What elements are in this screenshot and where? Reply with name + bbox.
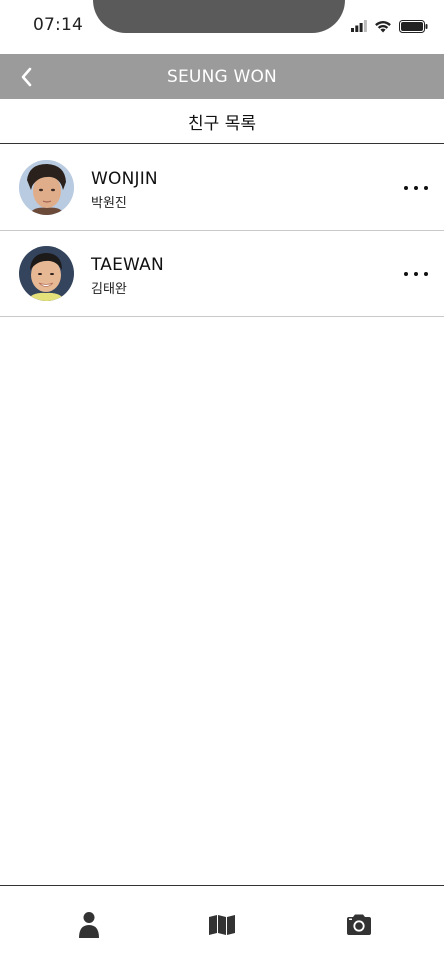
app-screen: 07:14 SEUNG WON 친구 목록 WONJIN 박원진 TAEWAN … [0, 0, 444, 960]
friend-row-wonjin[interactable]: WONJIN 박원진 [0, 145, 444, 231]
section-title: 친구 목록 [0, 99, 444, 144]
nav-camera-button[interactable] [344, 910, 374, 940]
signal-icon [351, 20, 367, 32]
more-options-button[interactable] [404, 264, 428, 284]
battery-icon [399, 19, 428, 33]
avatar[interactable] [19, 160, 74, 215]
more-dots-icon [424, 186, 428, 190]
more-options-button[interactable] [404, 178, 428, 198]
more-dots-icon [414, 272, 418, 276]
more-dots-icon [404, 186, 408, 190]
notch [93, 0, 345, 33]
more-dots-icon [414, 186, 418, 190]
bottom-nav [0, 885, 444, 960]
friend-subname: 김태완 [91, 282, 127, 297]
nav-profile-button[interactable] [74, 910, 104, 940]
friend-list: WONJIN 박원진 TAEWAN 김태완 [0, 145, 444, 317]
friend-name: WONJIN [91, 169, 158, 189]
nav-map-button[interactable] [207, 910, 237, 940]
friend-row-taewan[interactable]: TAEWAN 김태완 [0, 231, 444, 317]
person-icon [79, 912, 99, 938]
more-dots-icon [404, 272, 408, 276]
wifi-icon [375, 20, 391, 32]
status-icons [351, 17, 428, 35]
status-bar: 07:14 [0, 0, 444, 54]
page-title: SEUNG WON [167, 66, 277, 87]
avatar[interactable] [19, 246, 74, 301]
friend-subname: 박원진 [91, 196, 127, 211]
chevron-left-icon [21, 67, 32, 87]
status-time: 07:14 [33, 15, 83, 35]
friend-name: TAEWAN [91, 255, 164, 275]
more-dots-icon [424, 272, 428, 276]
camera-icon [347, 914, 371, 935]
back-button[interactable] [12, 62, 40, 92]
app-header: SEUNG WON [0, 54, 444, 99]
map-icon [209, 915, 235, 935]
